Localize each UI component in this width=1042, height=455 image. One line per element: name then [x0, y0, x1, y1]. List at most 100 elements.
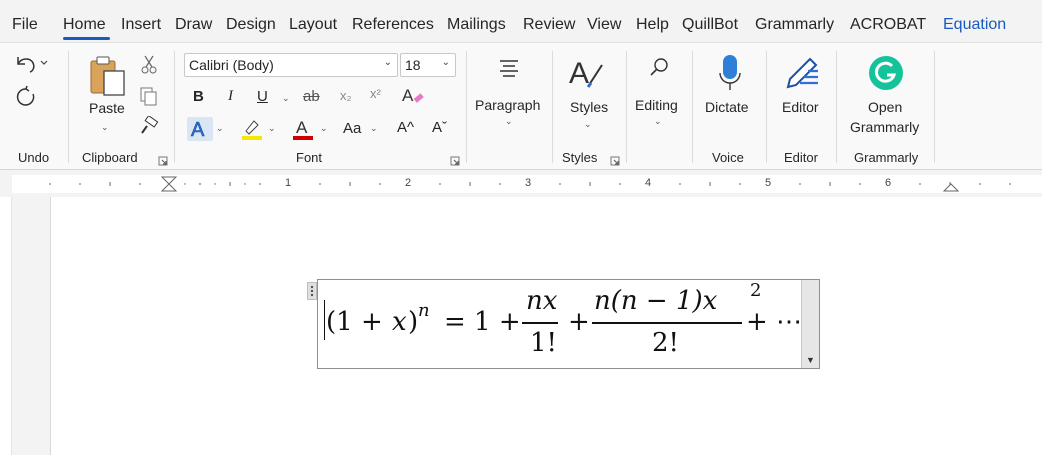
undo-icon[interactable] [14, 53, 48, 78]
superscript-button[interactable]: x² [370, 86, 381, 101]
separator [466, 51, 467, 163]
ribbon: Undo Paste ⌄ Clipboard Calibri (Body) ⌄ … [0, 42, 1042, 170]
equation-options-scroll[interactable]: ▼ [801, 280, 819, 368]
grow-font-button[interactable]: A^ [397, 119, 414, 136]
svg-text:A: A [191, 119, 205, 141]
fraction2-numerator: n(n − 1)x [594, 286, 718, 316]
tab-view[interactable]: View [587, 16, 621, 34]
clear-formatting-icon[interactable]: A [401, 85, 425, 112]
equation-lhs-exponent: n [418, 300, 430, 321]
strikethrough-button[interactable]: ab [303, 88, 320, 105]
svg-text:A: A [296, 118, 308, 137]
chevron-down-icon: ⌄ [383, 57, 392, 68]
paste-label[interactable]: Paste [89, 100, 125, 116]
fraction2-denominator: 2! [652, 328, 679, 358]
equation-lhs-close: ) [408, 307, 419, 337]
tab-acrobat[interactable]: ACROBAT [850, 16, 926, 34]
chevron-down-icon[interactable]: ⌄ [216, 123, 224, 134]
font-name-select[interactable]: Calibri (Body) ⌄ [184, 53, 398, 77]
tab-home[interactable]: Home [63, 16, 106, 34]
chevron-down-icon[interactable]: ⌄ [282, 93, 290, 104]
microphone-icon[interactable] [717, 53, 743, 98]
fraction2-numerator-exponent: 2 [750, 280, 762, 301]
dialog-launcher-icon[interactable] [158, 153, 168, 166]
tab-design[interactable]: Design [226, 16, 276, 34]
equation-tail: + ⋯ [746, 307, 803, 337]
chevron-down-icon[interactable]: ⌄ [505, 116, 513, 127]
separator [68, 51, 69, 163]
dictate-label[interactable]: Dictate [705, 99, 749, 115]
fraction1-bar [522, 322, 558, 324]
grammarly-icon[interactable] [868, 55, 904, 96]
group-label-voice: Voice [712, 150, 744, 165]
font-color-icon[interactable]: A [291, 117, 315, 146]
svg-text:A: A [569, 57, 589, 90]
menu-bar: File Home Insert Draw Design Layout Refe… [0, 0, 1042, 42]
tab-equation[interactable]: Equation [943, 16, 1006, 34]
underline-button[interactable]: U [257, 88, 268, 105]
styles-label[interactable]: Styles [570, 99, 608, 115]
open-grammarly-label-line2[interactable]: Grammarly [850, 119, 919, 135]
tab-quillbot[interactable]: QuillBot [682, 16, 738, 34]
open-grammarly-label-line1[interactable]: Open [868, 99, 902, 115]
chevron-down-icon[interactable]: ▼ [806, 355, 815, 365]
text-effects-icon[interactable]: A [187, 117, 213, 146]
tab-file[interactable]: File [12, 16, 38, 34]
chevron-down-icon[interactable]: ⌄ [320, 123, 328, 134]
group-label-grammarly: Grammarly [854, 150, 919, 165]
tab-grammarly[interactable]: Grammarly [755, 16, 834, 34]
subscript-button[interactable]: x₂ [340, 88, 352, 103]
shrink-font-button[interactable]: Aˇ [432, 119, 447, 136]
vertical-ruler[interactable] [0, 197, 12, 455]
equation-drag-handle[interactable] [307, 282, 317, 300]
redo-icon[interactable] [14, 85, 38, 114]
ruler-number: 5 [765, 177, 772, 189]
font-size-select[interactable]: 18 ⌄ [400, 53, 456, 77]
chevron-down-icon[interactable]: ⌄ [584, 119, 592, 130]
copy-icon[interactable] [139, 86, 159, 111]
equation-lhs-open: (1 + [326, 307, 383, 337]
separator [766, 51, 767, 163]
tab-layout[interactable]: Layout [289, 16, 337, 34]
editor-pen-icon[interactable] [782, 53, 822, 98]
chevron-down-icon: ⌄ [441, 57, 450, 68]
chevron-down-icon[interactable]: ⌄ [654, 116, 662, 127]
dialog-launcher-icon[interactable] [610, 153, 620, 166]
tab-insert[interactable]: Insert [121, 16, 161, 34]
paragraph-icon[interactable] [498, 59, 520, 82]
equation-box[interactable]: (1 + x ) n = 1 + nx 1! + n(n − 1)x 2 2! … [307, 279, 820, 369]
bold-button[interactable]: B [193, 88, 204, 105]
fraction2-bar [592, 322, 742, 324]
change-case-button[interactable]: Aa [343, 120, 361, 137]
group-label-styles: Styles [562, 150, 598, 165]
tab-draw[interactable]: Draw [175, 16, 212, 34]
horizontal-ruler-area: 1 2 3 4 5 6 [0, 171, 1042, 197]
paragraph-label[interactable]: Paragraph [475, 97, 540, 113]
chevron-down-icon[interactable]: ⌄ [268, 123, 276, 134]
tab-references[interactable]: References [352, 16, 434, 34]
tab-help[interactable]: Help [636, 16, 669, 34]
ruler-number: 4 [645, 177, 652, 189]
paste-icon[interactable] [88, 55, 128, 102]
ruler-number: 3 [525, 177, 532, 189]
editing-label[interactable]: Editing [635, 97, 678, 113]
cut-icon[interactable] [140, 55, 158, 80]
equation-plus: + [568, 307, 590, 337]
tab-review[interactable]: Review [523, 16, 575, 34]
font-name-value: Calibri (Body) [189, 57, 274, 73]
separator [174, 51, 175, 163]
tab-mailings[interactable]: Mailings [447, 16, 506, 34]
styles-icon[interactable]: A [569, 53, 605, 98]
dialog-launcher-icon[interactable] [450, 153, 460, 166]
format-painter-icon[interactable] [139, 114, 159, 141]
italic-button[interactable]: I [228, 88, 233, 105]
equation-lhs-x: x [392, 307, 407, 337]
editor-label[interactable]: Editor [782, 99, 819, 115]
search-icon[interactable] [648, 57, 670, 84]
svg-text:A: A [402, 86, 414, 105]
text-cursor [324, 300, 325, 340]
chevron-down-icon[interactable]: ⌄ [101, 122, 109, 133]
chevron-down-icon[interactable]: ⌄ [370, 123, 378, 134]
highlight-color-icon[interactable] [240, 117, 264, 146]
fraction1-numerator: nx [526, 286, 558, 316]
